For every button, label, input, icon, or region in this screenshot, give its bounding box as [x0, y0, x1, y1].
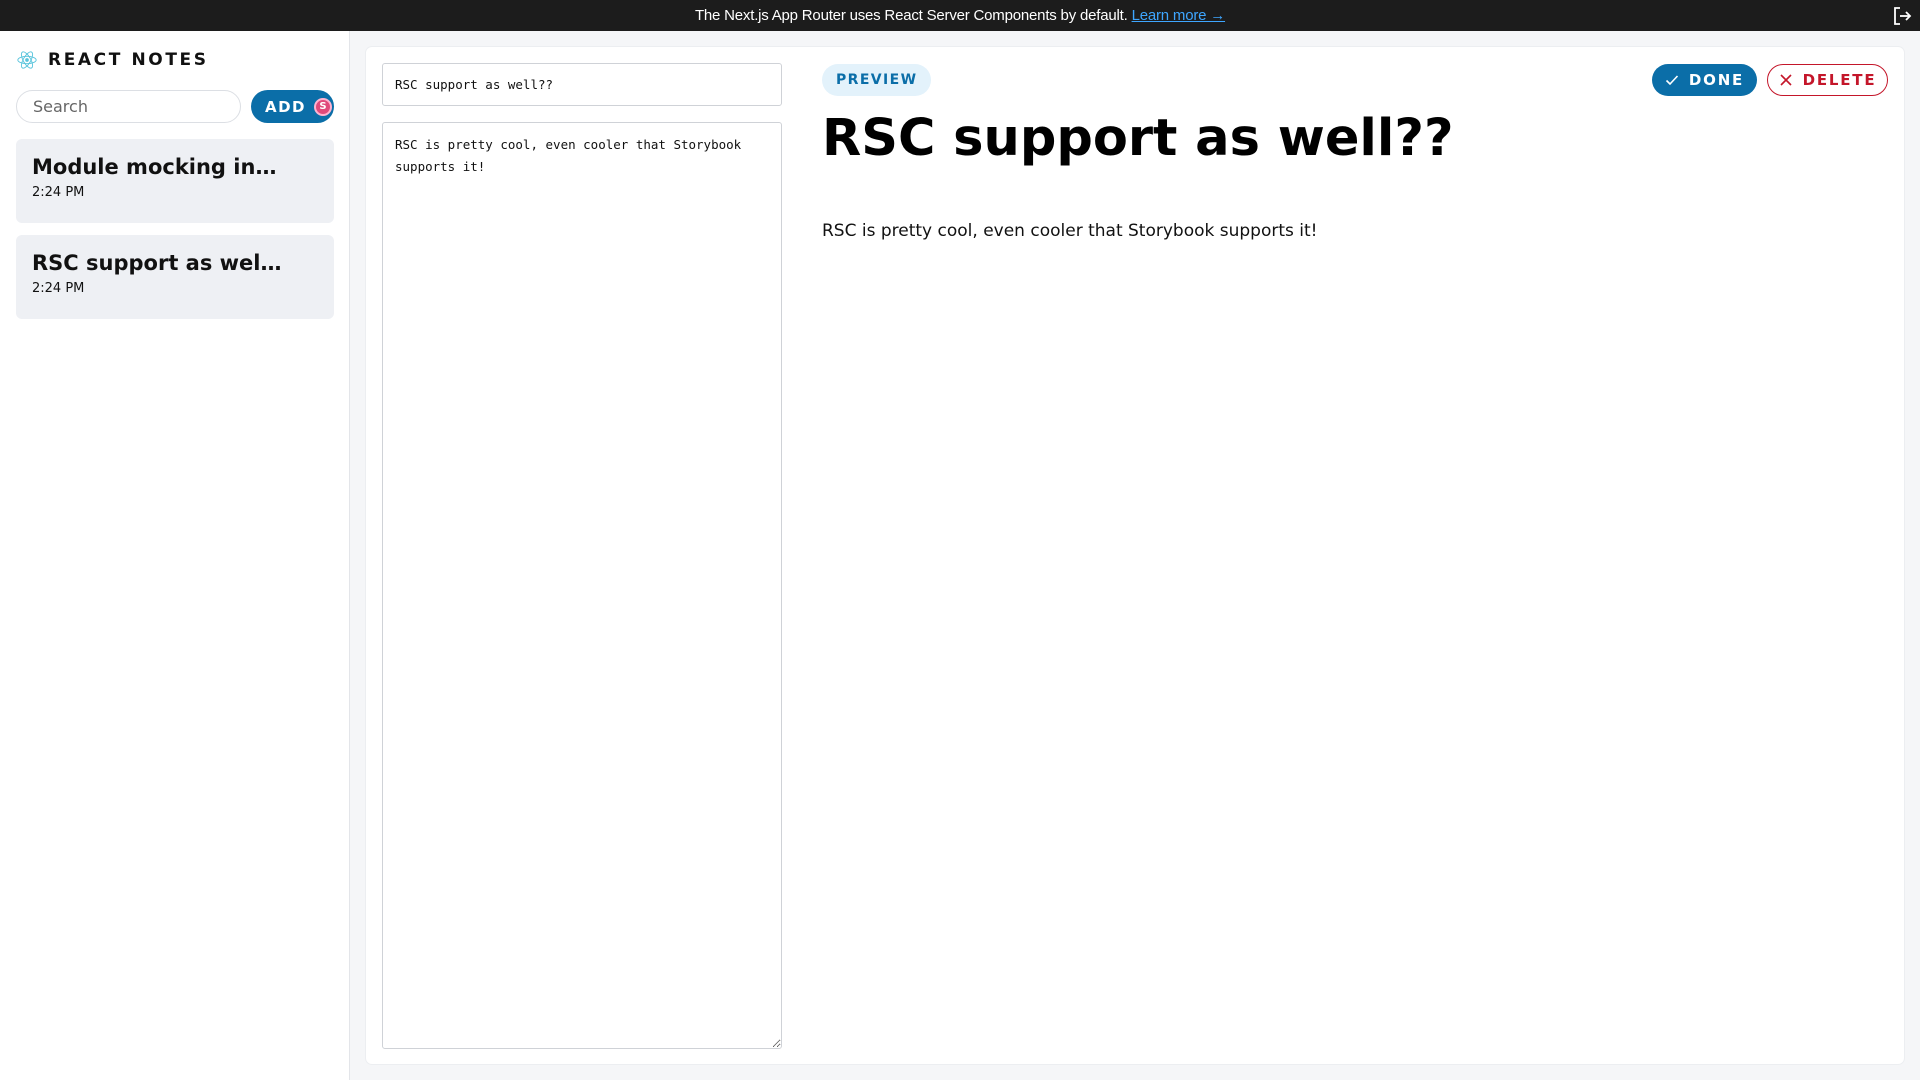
learn-more-link[interactable]: Learn more → [1132, 7, 1226, 24]
preview-label: PREVIEW [822, 64, 932, 96]
done-button[interactable]: DONE [1652, 64, 1757, 96]
preview-body: RSC is pretty cool, even cooler that Sto… [822, 221, 1318, 241]
preview-title: RSC support as well?? [822, 109, 1454, 168]
exit-icon[interactable] [1890, 4, 1914, 28]
note-time: 2:24 PM [32, 185, 85, 200]
note-editor-panel: RSC is pretty cool, even cooler that Sto… [366, 47, 1904, 1064]
add-button[interactable]: ADD S [251, 90, 334, 123]
react-logo-icon [17, 51, 37, 69]
delete-button[interactable]: DELETE [1767, 64, 1888, 96]
check-icon [1665, 75, 1678, 86]
search-input[interactable] [16, 90, 241, 123]
delete-label: DELETE [1802, 71, 1877, 89]
note-title-input[interactable] [382, 63, 782, 106]
add-label: ADD [265, 97, 307, 116]
note-body-textarea[interactable]: RSC is pretty cool, even cooler that Sto… [382, 122, 782, 1049]
close-icon [1780, 74, 1792, 86]
done-label: DONE [1688, 71, 1745, 89]
note-list-item[interactable]: RSC support as well?? 2:24 PM [16, 235, 334, 319]
note-title: RSC support as well?? [32, 251, 282, 275]
info-banner: The Next.js App Router uses React Server… [0, 0, 1920, 31]
note-list-item[interactable]: Module mocking in Storybook? 2:24 PM [16, 139, 334, 223]
note-title: Module mocking in Storybook? [32, 155, 282, 179]
banner-text: The Next.js App Router uses React Server… [694, 7, 1128, 24]
storybook-badge-icon: S [314, 97, 333, 116]
brand-title: REACT NOTES [48, 50, 209, 70]
note-time: 2:24 PM [32, 281, 85, 296]
sidebar: REACT NOTES ADD S Module mocking in Stor… [0, 31, 350, 1080]
brand: REACT NOTES [16, 49, 209, 71]
